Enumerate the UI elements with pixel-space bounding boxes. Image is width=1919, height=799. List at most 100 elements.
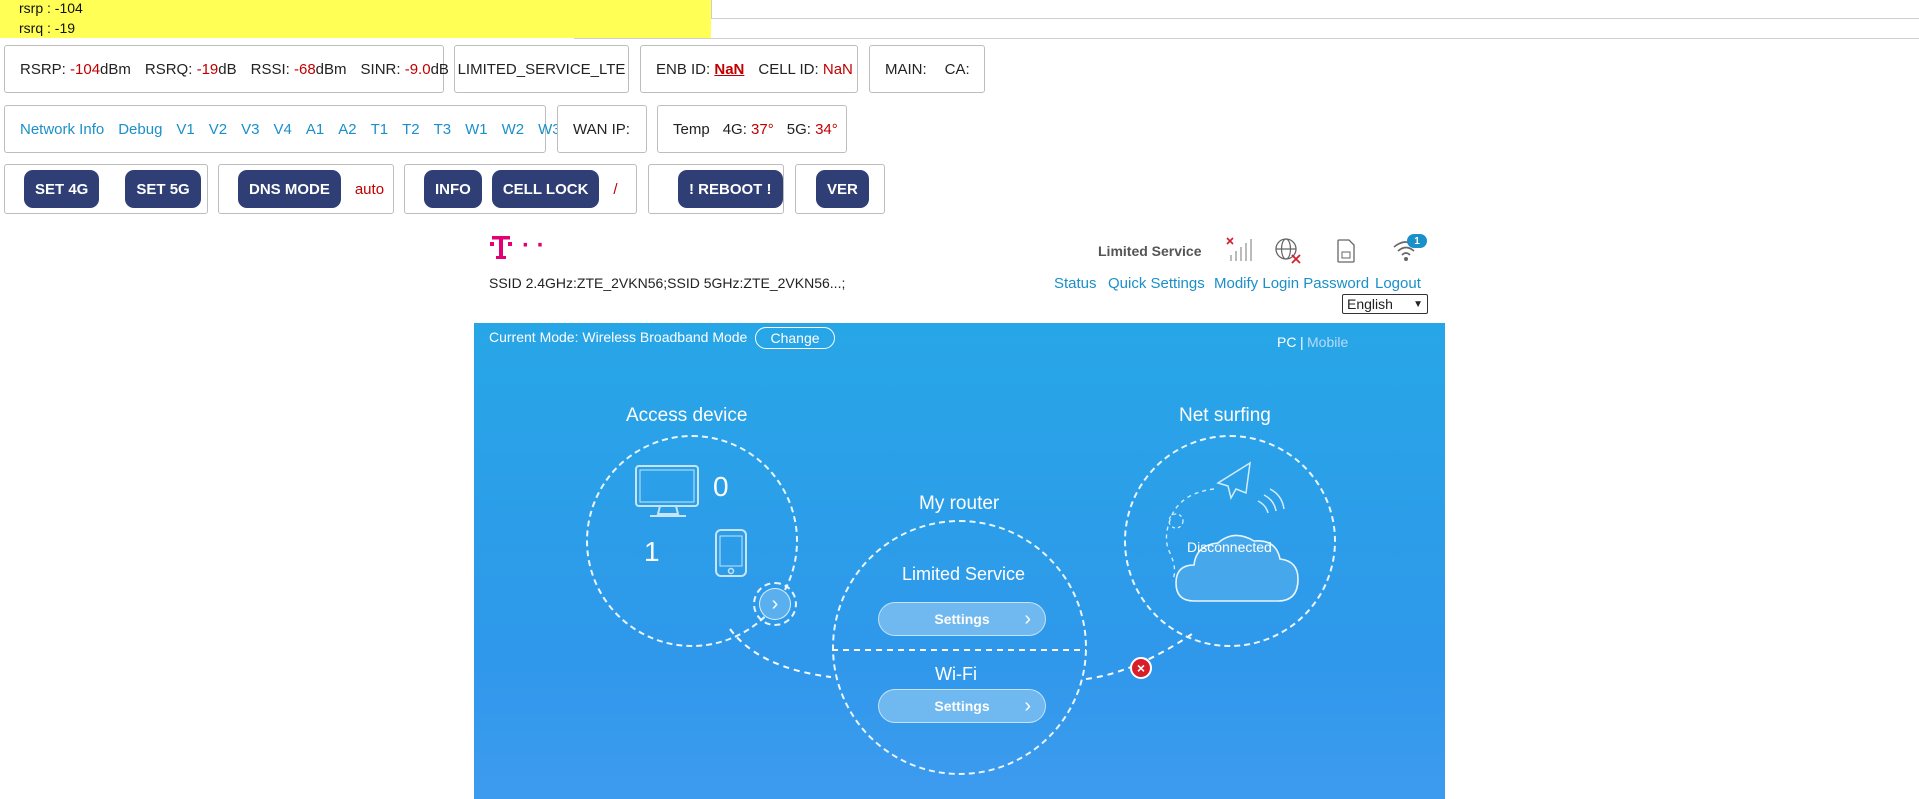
debug-panel: rsrp : -104 rsrq : -19 [0,0,711,38]
quick-settings-link[interactable]: Quick Settings [1108,275,1205,292]
sinr-unit: dB [430,60,449,78]
temp-5g-value: 34° [815,120,838,138]
mobile-device-count: 1 [644,536,660,567]
modify-login-password-link[interactable]: Modify Login Password [1214,275,1369,292]
service-status-box: LIMITED_SERVICE_LTE [454,45,629,93]
signal-strength-icon [1226,237,1254,268]
set-band-box: SET 4G SET 5G [4,164,208,214]
cell-lock-button[interactable]: CELL LOCK [491,170,600,208]
monitor-icon [632,463,704,526]
nav-link-network-info[interactable]: Network Info [20,121,104,138]
internet-disconnected-icon [1274,237,1304,270]
my-router-title: My router [919,493,1000,514]
temp-label: Temp [673,120,710,138]
dns-mode-button[interactable]: DNS MODE [238,170,341,208]
nav-link-t2[interactable]: T2 [402,121,420,138]
rsrp-value: -104 [70,60,101,78]
mobile-phone-icon [714,528,748,583]
nav-link-debug[interactable]: Debug [118,121,162,138]
ssid-text: SSID 2.4GHz:ZTE_2VKN56;SSID 5GHz:ZTE_2VK… [489,275,846,291]
main-label: MAIN: [885,60,927,78]
sinr-label: SINR: [360,60,401,78]
sinr-value: -9.0 [404,60,431,78]
status-link[interactable]: Status [1054,275,1097,292]
ver-button[interactable]: VER [816,170,869,208]
sim-card-icon [1336,239,1356,268]
brand-dots: · · [522,232,545,259]
wifi-title: Wi-Fi [935,664,977,684]
access-device-expand-button[interactable]: › [753,582,797,626]
rsrq-label: RSRQ: [144,60,193,78]
dns-box: DNS MODE auto [218,164,394,214]
nav-link-w1[interactable]: W1 [465,121,488,138]
net-surfing-status: Disconnected [1187,539,1272,555]
language-select[interactable]: English ▼ [1342,294,1428,314]
nav-links-box: Network Info Debug V1 V2 V3 V4 A1 A2 T1 T2 T3 W1 W2 W… [4,105,561,153]
logout-link[interactable]: Logout [1375,275,1421,292]
nav-link-t3[interactable]: T3 [434,121,452,138]
net-surfing-illustration [1142,453,1322,618]
nav-link-a1[interactable]: A1 [306,121,324,138]
wifi-client-badge: 1 [1407,234,1427,248]
router-status-text: Limited Service [1098,243,1202,259]
chevron-down-icon: ▼ [1413,298,1423,310]
temp-4g-label: 4G: [722,120,747,138]
dns-mode-value: auto [354,180,385,198]
rssi-unit: dBm [315,60,347,78]
temp-4g-value: 37° [751,120,774,138]
access-device-title: Access device [626,405,748,426]
wan-box: WAN IP: [557,105,647,153]
nav-link-v1[interactable]: V1 [176,121,194,138]
chevron-right-icon: › [759,588,791,620]
rssi-value: -68 [293,60,316,78]
set-4g-button[interactable]: SET 4G [24,170,100,208]
my-router-circle [832,520,1087,775]
info-box: INFO CELL LOCK / [404,164,637,214]
enb-label: ENB ID: [656,60,711,78]
rsrq-unit: dB [218,60,237,78]
connection-error-icon: × [1130,657,1152,679]
temp-box: Temp 4G: 37° 5G: 34° [657,105,847,153]
rsrp-unit: dBm [100,60,131,78]
divider [711,18,1919,19]
chevron-right-icon: › [1024,608,1031,630]
router-dashboard-panel: Current Mode: Wireless Broadband Mode Ch… [474,323,1445,799]
signal-box: RSRP: -104 dBm RSRQ: -19 dB RSSI: -68 dBm S… [4,45,449,93]
nav-link-v2[interactable]: V2 [209,121,227,138]
ca-label: CA: [944,60,970,78]
ver-box: VER [795,164,885,214]
chevron-right-icon: › [1024,695,1031,717]
nav-link-w2[interactable]: W2 [502,121,525,138]
wifi-settings-label: Settings [934,698,990,714]
rsrp-label: RSRP: [20,60,66,78]
rssi-label: RSSI: [250,60,290,78]
cell-id-label: CELL ID: [758,60,819,78]
divider [711,0,712,19]
nav-link-v4[interactable]: V4 [273,121,291,138]
reboot-box: ! REBOOT ! [648,164,784,214]
pc-device-count: 0 [713,471,729,502]
service-status: LIMITED_SERVICE_LTE [457,60,626,78]
brand-logo: · · [490,233,554,266]
debug-rsrp-line: rsrp : -104 [19,0,83,16]
carrier-box: MAIN: CA: [869,45,985,93]
divider [574,38,1919,39]
router-settings-label: Settings [934,611,990,627]
router-settings-button[interactable]: Settings › [878,602,1046,636]
debug-rsrq-line: rsrq : -19 [19,20,76,36]
language-selected: English [1347,296,1393,312]
set-5g-button[interactable]: SET 5G [125,170,201,208]
temp-5g-label: 5G: [786,120,811,138]
nav-link-v3[interactable]: V3 [241,121,259,138]
nav-link-a2[interactable]: A2 [338,121,356,138]
wan-ip-label: WAN IP: [573,120,630,138]
rsrq-value: -19 [196,60,219,78]
net-surfing-title: Net surfing [1179,405,1271,426]
reboot-button[interactable]: ! REBOOT ! [678,170,783,208]
nav-link-t1[interactable]: T1 [371,121,389,138]
wifi-settings-button[interactable]: Settings › [878,689,1046,723]
router-connection-status: Limited Service [902,564,1026,584]
enb-value-link[interactable]: NaN [714,61,744,78]
cell-lock-value: / [613,180,618,198]
info-button[interactable]: INFO [424,170,482,208]
